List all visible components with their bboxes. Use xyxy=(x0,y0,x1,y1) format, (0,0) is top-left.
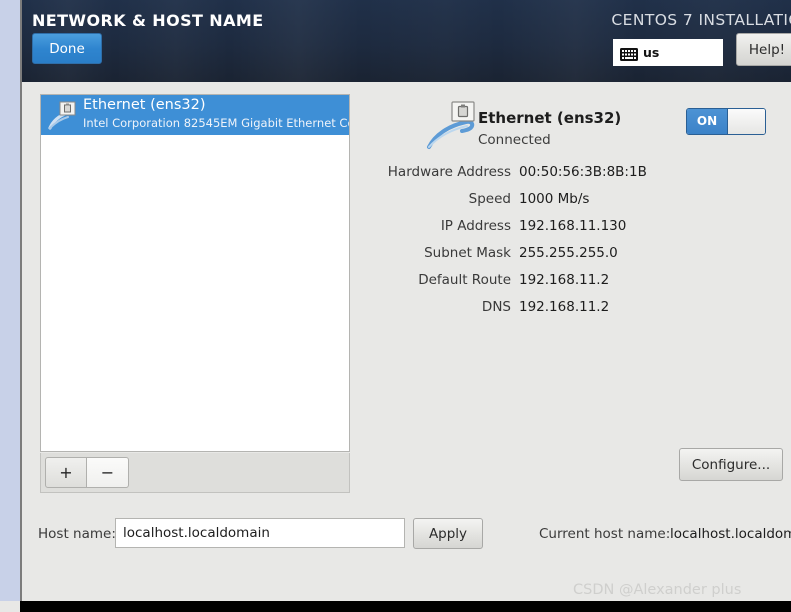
detail-label: DNS xyxy=(481,299,511,315)
detail-row-default-route: Default Route 192.168.11.2 xyxy=(362,272,722,299)
detail-label: Subnet Mask xyxy=(424,245,511,261)
detail-row-speed: Speed 1000 Mb/s xyxy=(362,191,722,218)
detail-value: 192.168.11.2 xyxy=(519,272,610,288)
wired-network-icon-large xyxy=(426,100,482,152)
detail-device-name: Ethernet (ens32) xyxy=(478,109,622,127)
keyboard-layout-label: us xyxy=(643,45,660,60)
detail-value: 192.168.11.2 xyxy=(519,299,610,315)
done-button[interactable]: Done xyxy=(32,33,102,64)
watermark: CSDN @Alexander plus xyxy=(573,582,742,598)
detail-value: 192.168.11.130 xyxy=(519,218,627,234)
apply-button[interactable]: Apply xyxy=(413,518,483,549)
keyboard-icon xyxy=(620,46,638,61)
bottom-black-strip xyxy=(20,601,791,612)
installer-screen: NETWORK & HOST NAME Done CENTOS 7 INSTAL… xyxy=(0,0,791,612)
network-device-list[interactable]: Ethernet (ens32) Intel Corporation 82545… xyxy=(40,94,350,452)
detail-value: 1000 Mb/s xyxy=(519,191,590,207)
detail-label: Speed xyxy=(468,191,511,207)
detail-row-dns: DNS 192.168.11.2 xyxy=(362,299,722,326)
page-title: NETWORK & HOST NAME xyxy=(32,11,264,30)
window-left-strip xyxy=(0,0,20,601)
wired-network-icon xyxy=(46,99,78,131)
detail-label: Default Route xyxy=(418,272,511,288)
device-list-toolbar: + − xyxy=(40,453,350,493)
detail-value: 255.255.255.0 xyxy=(519,245,618,261)
remove-device-button[interactable]: − xyxy=(87,457,129,488)
detail-row-ip-address: IP Address 192.168.11.130 xyxy=(362,218,722,245)
detail-label: IP Address xyxy=(440,218,511,234)
hostname-input[interactable] xyxy=(115,518,405,548)
list-item-title: Ethernet (ens32) xyxy=(83,97,206,113)
detail-row-hardware-address: Hardware Address 00:50:56:3B:8B:1B xyxy=(362,164,722,191)
hostname-label: Host name: xyxy=(38,526,116,542)
detail-label: Hardware Address xyxy=(387,164,511,180)
list-item-subtitle: Intel Corporation 82545EM Gigabit Ethern… xyxy=(83,116,349,130)
add-device-button[interactable]: + xyxy=(45,457,87,488)
list-item[interactable]: Ethernet (ens32) Intel Corporation 82545… xyxy=(41,95,349,135)
detail-row-subnet-mask: Subnet Mask 255.255.255.0 xyxy=(362,245,722,272)
help-button[interactable]: Help! xyxy=(736,33,791,66)
window-left-edge xyxy=(20,0,22,601)
installation-title: CENTOS 7 INSTALLATION xyxy=(611,11,791,29)
current-hostname-value: localhost.localdomain xyxy=(670,526,791,542)
main-content: Ethernet (ens32) Intel Corporation 82545… xyxy=(22,82,791,601)
page-header: NETWORK & HOST NAME Done CENTOS 7 INSTAL… xyxy=(22,0,791,82)
configure-button[interactable]: Configure... xyxy=(679,448,783,481)
network-toggle-state-label: ON xyxy=(687,109,727,134)
detail-device-status: Connected xyxy=(478,132,551,148)
keyboard-layout-indicator[interactable]: us xyxy=(613,39,723,66)
network-toggle-switch[interactable]: ON xyxy=(686,108,766,135)
detail-value: 00:50:56:3B:8B:1B xyxy=(519,164,647,180)
network-toggle-knob[interactable] xyxy=(727,109,765,134)
current-hostname-label: Current host name: xyxy=(539,526,671,542)
detail-properties: Hardware Address 00:50:56:3B:8B:1B Speed… xyxy=(362,164,722,326)
